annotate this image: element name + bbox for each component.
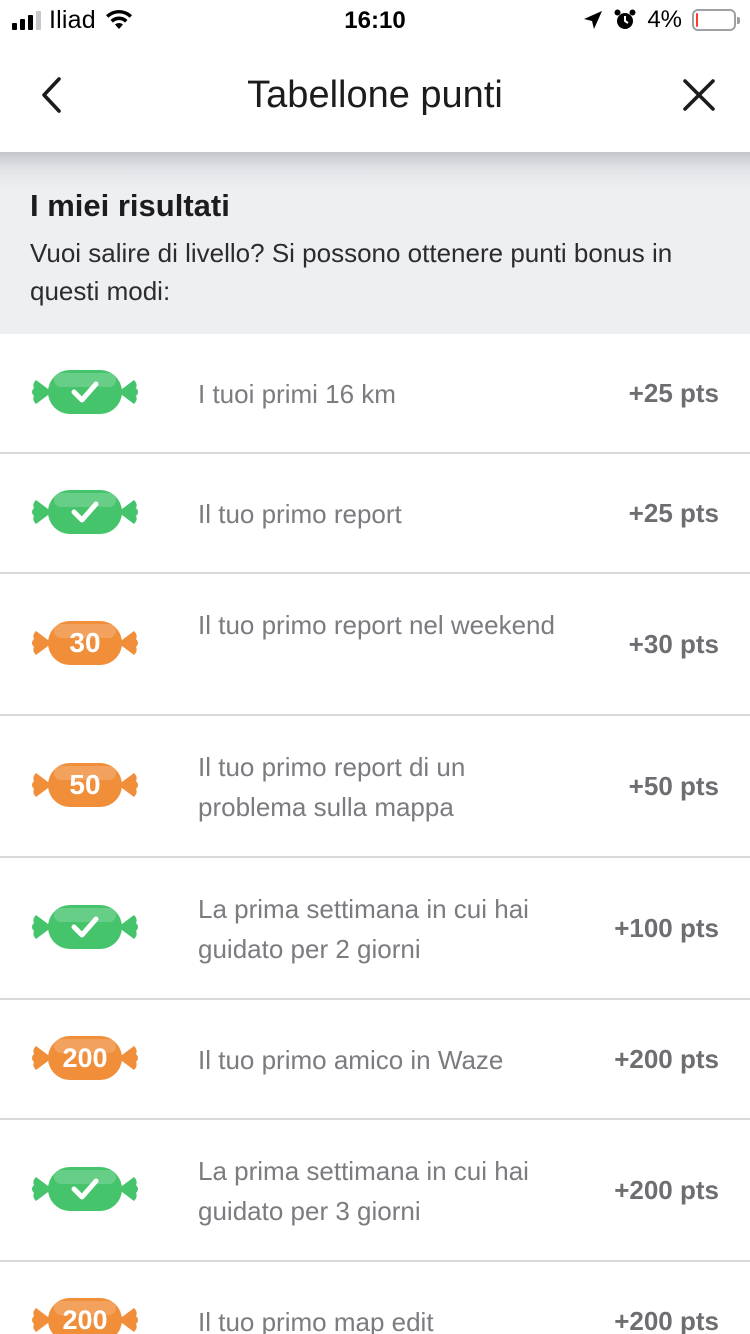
candy-check-icon [32,1167,138,1211]
list-item[interactable]: I tuoi primi 16 km +25 pts [0,334,750,454]
achievement-points: +50 pts [628,771,719,801]
list-item[interactable]: La prima settimana in cui hai guidato pe… [0,858,750,1000]
achievement-points: +200 pts [614,1175,719,1205]
achievement-points: +25 pts [628,378,719,408]
achievement-label: La prima settimana in cui hai guidato pe… [198,1156,529,1226]
achievement-points: +100 pts [614,913,719,943]
battery-icon [692,9,740,31]
alarm-icon [614,9,636,29]
list-item[interactable]: 50 Il tuo primo report di un problema sul… [0,716,750,858]
achievement-points: +30 pts [628,629,719,659]
section-subtitle: Vuoi salire di livello? Si possono otten… [30,238,673,306]
badge-number: 30 [69,627,101,658]
achievement-label: Il tuo primo amico in Waze [198,1045,504,1075]
section-title: I miei risultati [30,188,230,223]
navigation-bar: Tabellone punti [0,40,750,152]
achievement-label: Il tuo primo report di un problema sulla… [198,752,466,822]
status-right: 4% [583,6,740,34]
badge-number: 200 [62,1305,108,1334]
list-item[interactable]: 200 Il tuo primo amico in Waze +200 pts [0,1000,750,1120]
achievement-points: +200 pts [614,1044,719,1074]
achievement-points: +25 pts [628,498,719,528]
page-title: Tabellone punti [247,74,503,116]
list-item[interactable]: 30 Il tuo primo report nel weekend +30 pts [0,574,750,716]
close-button[interactable] [674,70,724,120]
battery-level [696,13,698,27]
list-item[interactable]: 200 Il tuo primo map edit +200 pts [0,1262,750,1334]
close-icon [683,79,715,111]
badge-number: 50 [69,769,101,800]
achievement-label: Il tuo primo map edit [198,1307,434,1334]
candy-check-icon [32,905,138,949]
candy-check-icon [32,370,138,414]
battery-percentage: 4% [647,6,682,33]
achievement-points: +200 pts [614,1306,719,1334]
list-item[interactable]: La prima settimana in cui hai guidato pe… [0,1120,750,1262]
achievement-label: La prima settimana in cui hai guidato pe… [198,894,529,964]
results-header: I miei risultati Vuoi salire di livello?… [0,152,750,334]
achievement-label: Il tuo primo report [198,499,402,529]
list-item[interactable]: Il tuo primo report +25 pts [0,454,750,574]
badge-number: 200 [62,1043,108,1073]
achievement-label: Il tuo primo report nel weekend [198,610,555,640]
status-bar: Iliad 16:10 4% [0,0,750,40]
candy-check-icon [32,490,138,534]
achievements-list: I tuoi primi 16 km +25 pts Il tuo primo re… [0,334,750,1334]
location-arrow-icon [584,11,603,29]
achievement-label: I tuoi primi 16 km [198,379,396,409]
